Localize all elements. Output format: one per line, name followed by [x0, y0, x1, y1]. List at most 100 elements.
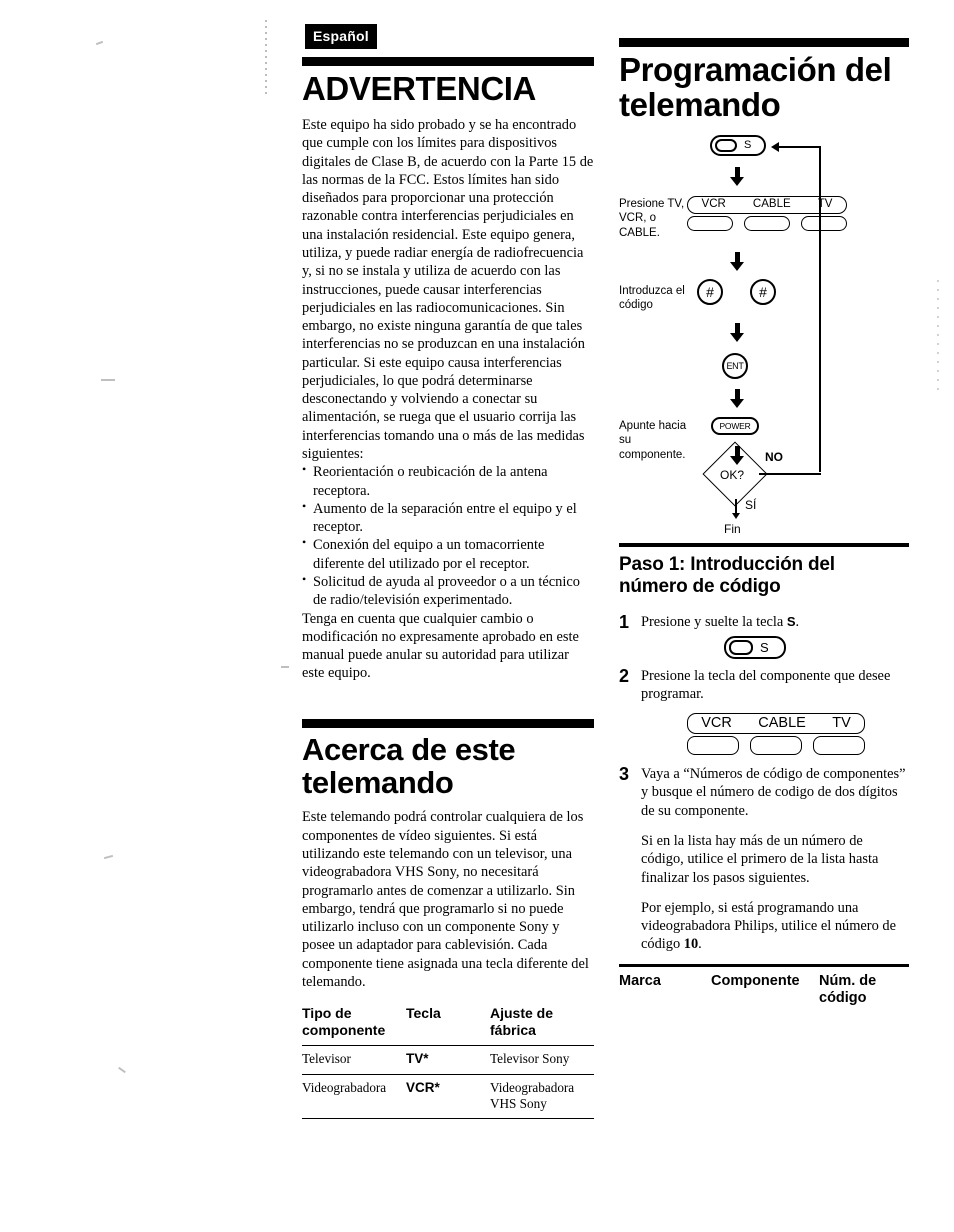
step-2-number: 2	[619, 665, 630, 686]
cell-factory: Televisor Sony	[490, 1045, 594, 1075]
table-header-row: Tipo de componente Tecla Ajuste de fábri…	[302, 1005, 594, 1047]
step-1-s-key-graphic: S	[724, 635, 786, 659]
code-table-header-brand: Marca	[619, 963, 711, 1007]
s-key-label: S	[744, 138, 752, 151]
step-title-line-2: número de código	[619, 576, 781, 598]
scan-artifact-dash-bottom	[118, 1066, 126, 1074]
step-title-line-1: Paso 1: Introducción del	[619, 553, 835, 575]
step-1-key-name: S	[786, 613, 796, 629]
table-header-factory: Ajuste de fábrica	[490, 1005, 594, 1047]
enter-key-label: ENT	[726, 360, 744, 371]
step-1-text-after: .	[795, 613, 800, 630]
flowchart-no-branch-line	[759, 472, 821, 475]
flowchart-start-s-key: S	[710, 134, 766, 156]
step-2-key-label-vcr: VCR	[701, 715, 732, 732]
step-2-keys-label-outline: VCR CABLE TV	[687, 713, 865, 735]
component-key-pill-vcr	[687, 215, 733, 231]
table-row: Videograbadora VCR* Videograbadora VHS S…	[302, 1073, 594, 1119]
code-table-header-row: Marca Componente Núm. de código	[619, 963, 909, 1007]
flowchart-label-press-component: Presione TV, VCR, o CABLE.	[619, 197, 685, 239]
code-table: Marca Componente Núm. de código	[619, 963, 909, 1007]
step-1: 1 Presione y suelte la tecla S.	[619, 611, 909, 632]
programming-title-line-2: telemando	[619, 85, 781, 123]
warning-bullet-list: Reorientación o reubicación de la antena…	[302, 462, 594, 610]
warning-title: ADVERTENCIA	[302, 70, 536, 107]
step-2: 2 Presione la tecla del componente que d…	[619, 665, 909, 710]
code-key-2-label: #	[759, 283, 767, 300]
step-3-number: 3	[619, 764, 630, 785]
power-key-label: POWER	[719, 420, 751, 431]
component-key-pills	[687, 215, 847, 231]
code-table-header-code: Núm. de código	[819, 963, 909, 1007]
programming-section-rule	[619, 38, 909, 47]
list-item: Conexión del equipo a un tomacorriente d…	[302, 535, 594, 573]
right-column: Programación del telemando S Presione TV…	[619, 38, 909, 1007]
table-header-type: Tipo de componente	[302, 1005, 406, 1047]
step-3-body: Vaya a “Números de código de componentes…	[641, 765, 909, 954]
programming-title: Programación del telemando	[619, 51, 909, 123]
step-3: 3 Vaya a “Números de código de component…	[619, 765, 909, 954]
step-3-paragraph-1: Vaya a “Números de código de componentes…	[641, 766, 906, 819]
flowchart-label-enter-code: Introduzca el código	[619, 284, 685, 312]
about-title-line-1: Acerca de este	[302, 731, 516, 767]
flowchart-loop-arrowhead-icon	[771, 141, 779, 152]
component-key-label-tv: TV	[817, 198, 833, 211]
flowchart-component-keys: VCR CABLE TV	[687, 195, 847, 231]
step-2-key-pill-tv	[813, 736, 865, 756]
left-column: ADVERTENCIA Este equipo ha sido probado …	[302, 57, 594, 1119]
step-2-key-pill-cable	[750, 736, 802, 756]
scan-artifact-dash-about	[281, 666, 289, 668]
step-1-text-before: Presione y suelte la tecla	[641, 613, 787, 630]
code-key-1-label: #	[706, 283, 714, 300]
step-2-text: Presione la tecla del componente que des…	[641, 667, 891, 702]
step-2-component-keys: VCR CABLE TV	[687, 713, 865, 756]
about-title: Acerca de este telemando	[302, 731, 594, 800]
step-3-paragraph-2: Si en la lista hay más de un número de c…	[641, 833, 879, 886]
component-table: Tipo de componente Tecla Ajuste de fábri…	[302, 1005, 594, 1119]
step-2-key-pills	[687, 736, 865, 756]
warning-paragraph-1: Este equipo ha sido probado y se ha enco…	[302, 116, 594, 463]
component-key-pill-tv	[801, 215, 847, 231]
programming-title-line-1: Programación del	[619, 51, 892, 88]
step-2-key-label-tv: TV	[832, 715, 851, 732]
flowchart-enter-key: ENT	[722, 352, 748, 379]
step-1-number: 1	[619, 611, 630, 632]
step-1-body: Presione y suelte la tecla S.	[641, 613, 909, 631]
cell-factory: Videograbadora VHS Sony	[490, 1073, 594, 1119]
scan-artifact-vertical-line	[265, 20, 267, 95]
cell-type: Televisor	[302, 1045, 406, 1075]
flowchart-label-end: Fin	[724, 521, 741, 536]
flowchart-decision-label: OK?	[720, 467, 745, 482]
flowchart-code-key-2: #	[750, 278, 776, 305]
step-2-key-pill-vcr	[687, 736, 739, 756]
component-key-label-cable: CABLE	[752, 198, 791, 211]
document-page: Español ADVERTENCIA Este equipo ha sido …	[0, 0, 954, 1232]
flowchart-code-key-1: #	[697, 278, 723, 305]
scan-artifact-vertical-line-right	[937, 280, 939, 390]
component-keys-label-outline: VCR CABLE TV	[687, 195, 847, 214]
list-item: Solicitud de ayuda al proveedor o a un t…	[302, 572, 594, 610]
flowchart-label-yes: SÍ	[745, 497, 757, 512]
warning-section-rule	[302, 57, 594, 66]
s-key-oval-icon	[715, 138, 737, 152]
programming-flowchart: S Presione TV, VCR, o CABLE. VCR CABLE T…	[619, 133, 909, 543]
flowchart-power-key: POWER	[711, 416, 759, 435]
step-section-rule	[619, 542, 909, 547]
scan-artifact-dash-lower	[103, 854, 114, 860]
step-1-text: Presione y suelte la tecla S.	[641, 613, 909, 631]
component-key-label-vcr: VCR	[701, 198, 726, 211]
scan-artifact-dash-mid	[101, 379, 115, 381]
table-header-key: Tecla	[406, 1005, 490, 1047]
language-tag: Español	[305, 24, 377, 49]
flowchart-label-point-remote: Apunte hacia su componente.	[619, 419, 687, 461]
step-3-paragraph-3-before: Por ejemplo, si está programando una vid…	[641, 899, 896, 953]
step-2-key-label-cable: CABLE	[758, 715, 806, 732]
code-table-header-component: Componente	[711, 963, 819, 1007]
step-3-code-number: 10	[683, 936, 699, 953]
about-title-line-2: telemando	[302, 764, 454, 800]
warning-paragraph-2: Tenga en cuenta que cualquier cambio o m…	[302, 610, 579, 682]
step-3-paragraph-3: Por ejemplo, si está programando una vid…	[641, 899, 909, 954]
cell-key: TV*	[406, 1045, 490, 1075]
flowchart-loop-line-top	[779, 145, 821, 148]
step-1-s-key-label: S	[760, 639, 769, 655]
